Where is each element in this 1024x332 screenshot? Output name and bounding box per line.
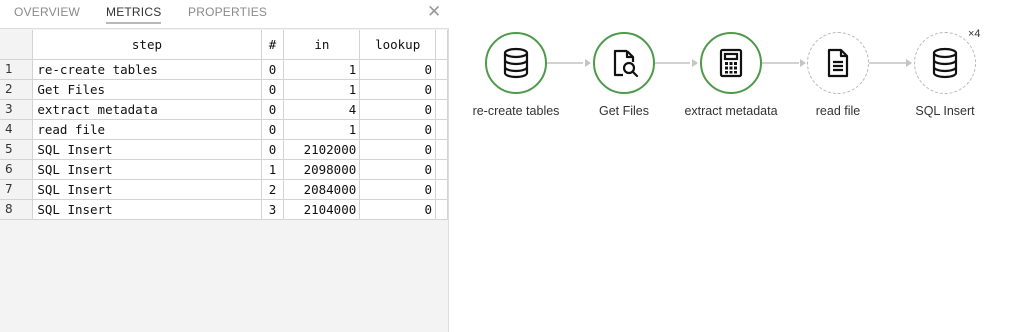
cell-extra (435, 119, 448, 140)
database-icon (503, 47, 529, 79)
cell-copy: 3 (261, 199, 285, 220)
column-header-step[interactable]: step (32, 30, 262, 60)
database-icon (932, 47, 958, 79)
arrow-icon (800, 59, 806, 67)
row-number: 4 (0, 119, 34, 140)
cell-in: 1 (283, 79, 361, 100)
cell-step: SQL Insert (32, 199, 262, 220)
document-icon (827, 48, 849, 78)
connector-line (762, 62, 799, 64)
cell-copy: 0 (261, 59, 285, 80)
cell-copy: 0 (261, 119, 285, 140)
table-row[interactable]: 4 read file 0 1 0 (0, 119, 448, 140)
cell-extra (435, 59, 448, 80)
node-label: SQL Insert (915, 104, 975, 118)
row-number: 1 (0, 59, 34, 80)
cell-lookup: 0 (359, 159, 437, 180)
pipeline-node-re-create-tables[interactable] (485, 32, 547, 94)
tab-properties[interactable]: PROPERTIES (188, 5, 267, 19)
cell-lookup: 0 (359, 139, 437, 160)
cell-in: 2102000 (283, 139, 361, 160)
cell-copy: 2 (261, 179, 285, 200)
cell-copy: 0 (261, 99, 285, 120)
column-header-copy[interactable]: # (261, 30, 285, 60)
metrics-panel: OVERVIEW METRICS PROPERTIES ✕ step # in … (0, 0, 449, 332)
cell-extra (435, 159, 448, 180)
row-number: 8 (0, 199, 34, 220)
row-number: 3 (0, 99, 34, 120)
cell-in: 4 (283, 99, 361, 120)
table-row[interactable]: 6 SQL Insert 1 2098000 0 (0, 159, 448, 180)
cell-in: 1 (283, 119, 361, 140)
row-number-header (0, 30, 34, 60)
cell-in: 1 (283, 59, 361, 80)
copies-badge: ×4 (968, 28, 981, 40)
row-number: 7 (0, 179, 34, 200)
cell-extra (435, 179, 448, 200)
column-header-extra (435, 30, 448, 60)
table-row[interactable]: 8 SQL Insert 3 2104000 0 (0, 199, 448, 220)
table-row[interactable]: 5 SQL Insert 0 2102000 0 (0, 139, 448, 160)
table-row[interactable]: 2 Get Files 0 1 0 (0, 79, 448, 100)
node-label: Get Files (598, 104, 650, 118)
table-header-row: step # in lookup (0, 30, 448, 60)
table-row[interactable]: 7 SQL Insert 2 2084000 0 (0, 179, 448, 200)
cell-step: read file (32, 119, 262, 140)
tab-overview[interactable]: OVERVIEW (14, 5, 80, 19)
arrow-icon (585, 59, 591, 67)
cell-step: SQL Insert (32, 159, 262, 180)
pipeline-node-get-files[interactable] (593, 32, 655, 94)
cell-step: Get Files (32, 79, 262, 100)
connector-line (547, 62, 583, 64)
table-row[interactable]: 1 re-create tables 0 1 0 (0, 59, 448, 80)
arrow-icon (692, 59, 698, 67)
close-icon[interactable]: ✕ (427, 2, 441, 22)
cell-lookup: 0 (359, 179, 437, 200)
pipeline-node-extract-metadata[interactable] (700, 32, 762, 94)
cell-copy: 0 (261, 79, 285, 100)
cell-lookup: 0 (359, 199, 437, 220)
cell-lookup: 0 (359, 99, 437, 120)
cell-step: SQL Insert (32, 179, 262, 200)
node-label: read file (815, 104, 861, 118)
pipeline-node-read-file[interactable] (807, 32, 869, 94)
row-number: 6 (0, 159, 34, 180)
cell-extra (435, 139, 448, 160)
cell-in: 2104000 (283, 199, 361, 220)
cell-extra (435, 99, 448, 120)
arrow-icon (906, 59, 912, 67)
connector-line (655, 62, 690, 64)
cell-copy: 0 (261, 139, 285, 160)
cell-lookup: 0 (359, 119, 437, 140)
cell-copy: 1 (261, 159, 285, 180)
cell-step: re-create tables (32, 59, 262, 80)
table-row[interactable]: 3 extract metadata 0 4 0 (0, 99, 448, 120)
column-header-in[interactable]: in (283, 30, 361, 60)
cell-in: 2084000 (283, 179, 361, 200)
row-number: 2 (0, 79, 34, 100)
cell-extra (435, 199, 448, 220)
cell-step: SQL Insert (32, 139, 262, 160)
cell-extra (435, 79, 448, 100)
row-number: 5 (0, 139, 34, 160)
node-label: re-create tables (472, 104, 560, 118)
column-header-lookup[interactable]: lookup (359, 30, 437, 60)
pipeline-node-sql-insert[interactable] (914, 32, 976, 94)
connector-line (869, 62, 906, 64)
cell-lookup: 0 (359, 79, 437, 100)
tab-metrics[interactable]: METRICS (106, 5, 162, 24)
cell-step: extract metadata (32, 99, 262, 120)
tab-bar: OVERVIEW METRICS PROPERTIES ✕ (0, 0, 449, 29)
file-search-icon (613, 49, 639, 78)
metrics-table: step # in lookup 1 re-create tables 0 1 … (0, 30, 448, 220)
calculator-icon (719, 48, 743, 78)
node-label: extract metadata (684, 104, 778, 118)
cell-lookup: 0 (359, 59, 437, 80)
cell-in: 2098000 (283, 159, 361, 180)
